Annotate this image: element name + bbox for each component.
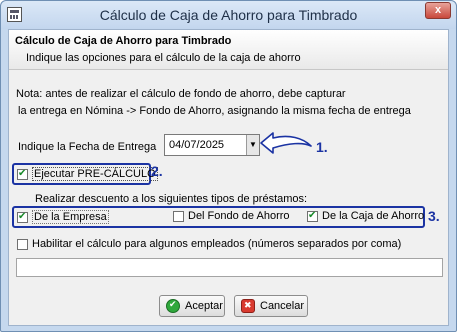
- habilitar-checkbox[interactable]: Habilitar el cálculo para algunos emplea…: [17, 238, 401, 250]
- empresa-checkbox[interactable]: De la Empresa: [17, 210, 109, 224]
- caja-ahorro-checkbox[interactable]: De la Caja de Ahorro: [307, 210, 424, 222]
- fondo-ahorro-label: Del Fondo de Ahorro: [188, 210, 290, 222]
- accept-button[interactable]: Aceptar: [159, 295, 225, 317]
- fecha-entrega-picker[interactable]: ▼: [164, 134, 260, 156]
- dialog-content: Cálculo de Caja de Ahorro para Timbrado …: [8, 29, 449, 326]
- title-bar[interactable]: Cálculo de Caja de Ahorro para Timbrado …: [1, 1, 456, 29]
- precalculo-checkbox[interactable]: Ejecutar PRE-CÁLCULO: [17, 167, 158, 181]
- annotation-number-3: 3.: [428, 208, 440, 224]
- caja-ahorro-label: De la Caja de Ahorro: [322, 210, 425, 222]
- note-line-1: Nota: antes de realizar el cálculo de fo…: [16, 88, 346, 100]
- fondo-ahorro-checkbox[interactable]: Del Fondo de Ahorro: [173, 210, 290, 222]
- header-subtitle: Indique las opciones para el cálculo de …: [26, 52, 301, 64]
- checkbox-icon[interactable]: [17, 168, 28, 180]
- habilitar-label: Habilitar el cálculo para algunos emplea…: [32, 238, 402, 250]
- window-title: Cálculo de Caja de Ahorro para Timbrado: [99, 7, 358, 23]
- cancel-button[interactable]: Cancelar: [234, 295, 308, 317]
- annotation-arrow-icon: [260, 132, 312, 154]
- header-title: Cálculo de Caja de Ahorro para Timbrado: [15, 35, 232, 47]
- descuento-label: Realizar descuento a los siguientes tipo…: [35, 193, 308, 205]
- dialog-header: Cálculo de Caja de Ahorro para Timbrado …: [9, 30, 448, 70]
- cancel-label: Cancelar: [260, 300, 305, 312]
- empresa-label: De la Empresa: [32, 210, 109, 224]
- cancel-icon: [241, 299, 255, 313]
- annotation-number-2: 2.: [151, 163, 163, 179]
- check-icon: [166, 299, 180, 313]
- checkbox-icon[interactable]: [17, 238, 28, 250]
- precalculo-label: Ejecutar PRE-CÁLCULO: [32, 167, 158, 181]
- checkbox-icon[interactable]: [307, 210, 318, 222]
- fecha-entrega-label: Indique la Fecha de Entrega: [18, 141, 157, 153]
- fecha-entrega-input[interactable]: [165, 135, 245, 155]
- dialog-window: Cálculo de Caja de Ahorro para Timbrado …: [0, 0, 457, 332]
- checkbox-icon[interactable]: [173, 210, 184, 222]
- note-line-2: la entrega en Nómina -> Fondo de Ahorro,…: [18, 105, 411, 117]
- close-button[interactable]: x: [425, 2, 451, 19]
- annotation-number-1: 1.: [316, 139, 328, 155]
- dropdown-arrow-icon[interactable]: ▼: [246, 135, 259, 155]
- checkbox-icon[interactable]: [17, 211, 28, 223]
- accept-label: Aceptar: [185, 300, 223, 312]
- empleados-input[interactable]: [16, 258, 443, 277]
